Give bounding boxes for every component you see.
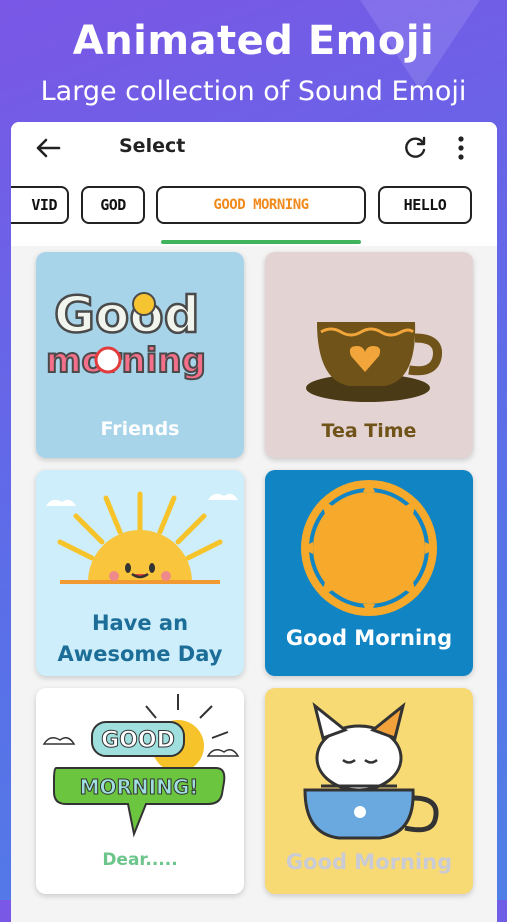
- promo-title: Animated Emoji: [72, 18, 435, 64]
- refresh-button[interactable]: [401, 134, 429, 162]
- app-screen: Select VID GOD GOOD MORNING HELLO Good m…: [11, 122, 497, 922]
- tab-good-morning[interactable]: GOOD MORNING: [156, 186, 366, 224]
- promo-subtitle: Large collection of Sound Emoji: [40, 76, 467, 107]
- tab-vid[interactable]: VID: [11, 186, 69, 224]
- art-word-good: Good: [54, 286, 200, 344]
- more-vertical-icon: [458, 136, 464, 160]
- sticker-card-cat-cup[interactable]: Good Morning: [265, 688, 473, 894]
- art-word-morning: morning: [46, 341, 206, 381]
- sticker-caption: Good Morning: [285, 626, 453, 650]
- refresh-icon: [405, 136, 426, 158]
- sticker-caption: Dear.....: [102, 850, 178, 870]
- art-word-morning: MORNING!: [80, 775, 199, 799]
- sticker-caption: Tea Time: [321, 420, 417, 442]
- category-tabs: VID GOD GOOD MORNING HELLO: [11, 174, 497, 246]
- selected-tab-indicator: [161, 240, 361, 244]
- sticker-caption: Good Morning: [285, 850, 453, 874]
- back-button[interactable]: [33, 134, 63, 162]
- sticker-card-dear[interactable]: GOOD MORNING! Dear.....: [36, 688, 244, 894]
- sticker-card-friends[interactable]: Good morning Friends: [36, 252, 244, 458]
- sticker-caption: Have an Awesome Day: [57, 611, 223, 666]
- sticker-card-good-morning-sun[interactable]: Good Morning: [265, 470, 473, 676]
- sticker-card-tea-time[interactable]: Tea Time: [265, 252, 473, 458]
- sticker-card-awesome-day[interactable]: Have an Awesome Day: [36, 470, 244, 676]
- arrow-left-icon: [36, 138, 61, 158]
- tab-god[interactable]: GOD: [81, 186, 145, 224]
- tab-hello[interactable]: HELLO: [378, 186, 472, 224]
- sticker-grid: Good morning Friends Tea Time Have an Aw…: [11, 246, 497, 922]
- page-title: Select: [119, 135, 186, 157]
- app-bar: Select: [11, 122, 497, 175]
- more-options-button[interactable]: [451, 134, 471, 162]
- art-word-good: GOOD: [101, 728, 175, 753]
- sticker-caption: Friends: [100, 418, 180, 440]
